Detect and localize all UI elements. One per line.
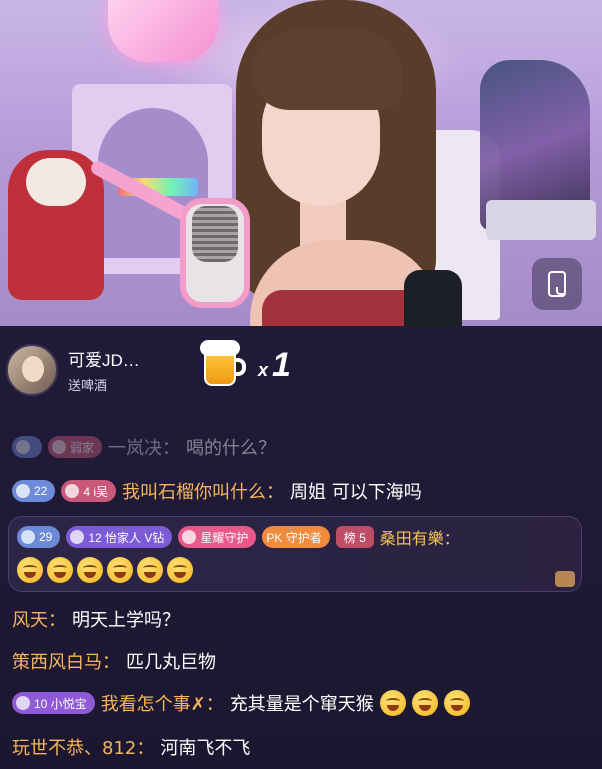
gift-count-prefix: x bbox=[258, 360, 269, 380]
blush-emoji bbox=[167, 557, 193, 583]
club-badge[interactable]: 12 怡家人 V钻 bbox=[66, 526, 173, 548]
beer-mug-icon bbox=[198, 334, 250, 392]
chat-username[interactable]: 我看怎个事✗： bbox=[101, 690, 224, 716]
rofl-emoji bbox=[77, 557, 103, 583]
chat-panel: 可爱JD… 送啤酒 x1 弱家 一岚决： 喝的什么？ 22 4 i吴 我叫石榴你… bbox=[0, 326, 602, 769]
gift-count-number: 1 bbox=[272, 346, 291, 384]
emoji-row bbox=[17, 557, 193, 583]
chat-text: 周姐 可以下海吗 bbox=[290, 482, 422, 503]
chat-message: 策西风白马： 匹几丸巨物 bbox=[12, 648, 216, 674]
guard-badge[interactable]: 星耀守护 bbox=[178, 526, 257, 548]
chat-message: 22 4 i吴 我叫石榴你叫什么： 周姐 可以下海吗 bbox=[12, 478, 422, 504]
chat-username[interactable]: 我叫石榴你叫什么： bbox=[122, 478, 284, 504]
level-badge[interactable]: 29 bbox=[17, 526, 61, 548]
chat-message: 10 小悦宝 我看怎个事✗： 充其量是个窜天猴 bbox=[12, 690, 470, 716]
fan-badge[interactable]: 4 i吴 bbox=[61, 480, 117, 502]
vip-corner-icon bbox=[555, 571, 575, 587]
blush-emoji bbox=[137, 557, 163, 583]
level-badge[interactable] bbox=[12, 436, 42, 458]
streamer-bangs bbox=[252, 30, 402, 110]
laugh-cry-emoji bbox=[443, 690, 470, 716]
chat-username[interactable]: 风天： bbox=[12, 606, 66, 632]
pk-guard-badge[interactable]: PK 守护者 bbox=[262, 526, 330, 548]
gift-sender-name[interactable]: 可爱JD… bbox=[68, 346, 140, 371]
rank-badge[interactable]: 榜 5 bbox=[335, 526, 374, 548]
gift-action-text: 送啤酒 bbox=[68, 379, 108, 394]
gift-info: 可爱JD… 送啤酒 bbox=[68, 346, 140, 394]
avatar[interactable] bbox=[6, 344, 58, 396]
vip-chat-message: 29 12 怡家人 V钻 星耀守护 PK 守护者 榜 5 桑田有樂： bbox=[8, 516, 582, 592]
laugh-cry-emoji bbox=[17, 557, 43, 583]
chat-username[interactable]: 桑田有樂： bbox=[380, 525, 460, 549]
laugh-cry-emoji bbox=[47, 557, 73, 583]
chat-text: 充其量是个窜天猴 bbox=[229, 694, 374, 715]
fan-badge[interactable]: 10 小悦宝 bbox=[12, 692, 95, 714]
rotate-screen-icon bbox=[548, 271, 566, 297]
neon-logo bbox=[108, 0, 218, 62]
level-badge[interactable]: 22 bbox=[12, 480, 56, 502]
chat-username[interactable]: 策西风白马： bbox=[12, 648, 120, 674]
chat-text: 河南飞不飞 bbox=[160, 738, 251, 759]
chat-message: 弱家 一岚决： 喝的什么？ bbox=[12, 434, 276, 460]
laugh-cry-emoji bbox=[379, 690, 406, 716]
rofl-emoji bbox=[107, 557, 133, 583]
rotate-screen-button[interactable] bbox=[532, 258, 582, 310]
figurine-stand bbox=[486, 200, 596, 240]
chat-username[interactable]: 一岚决： bbox=[108, 434, 180, 460]
chat-username[interactable]: 玩世不恭、812： bbox=[12, 734, 154, 760]
red-toy-figure bbox=[8, 150, 104, 300]
fan-badge[interactable]: 弱家 bbox=[48, 436, 103, 458]
water-bottle bbox=[404, 270, 462, 326]
laugh-cry-emoji bbox=[411, 690, 438, 716]
chat-text: 喝的什么？ bbox=[186, 438, 277, 459]
chat-message: 玩世不恭、812： 河南飞不飞 bbox=[12, 734, 250, 760]
microphone-grille bbox=[192, 206, 238, 262]
live-video[interactable] bbox=[0, 0, 602, 326]
chat-text: 匹几丸巨物 bbox=[126, 652, 216, 673]
gift-count: x1 bbox=[258, 346, 291, 385]
chat-text: 明天上学吗？ bbox=[72, 610, 180, 631]
chat-message: 风天： 明天上学吗？ bbox=[12, 606, 180, 632]
